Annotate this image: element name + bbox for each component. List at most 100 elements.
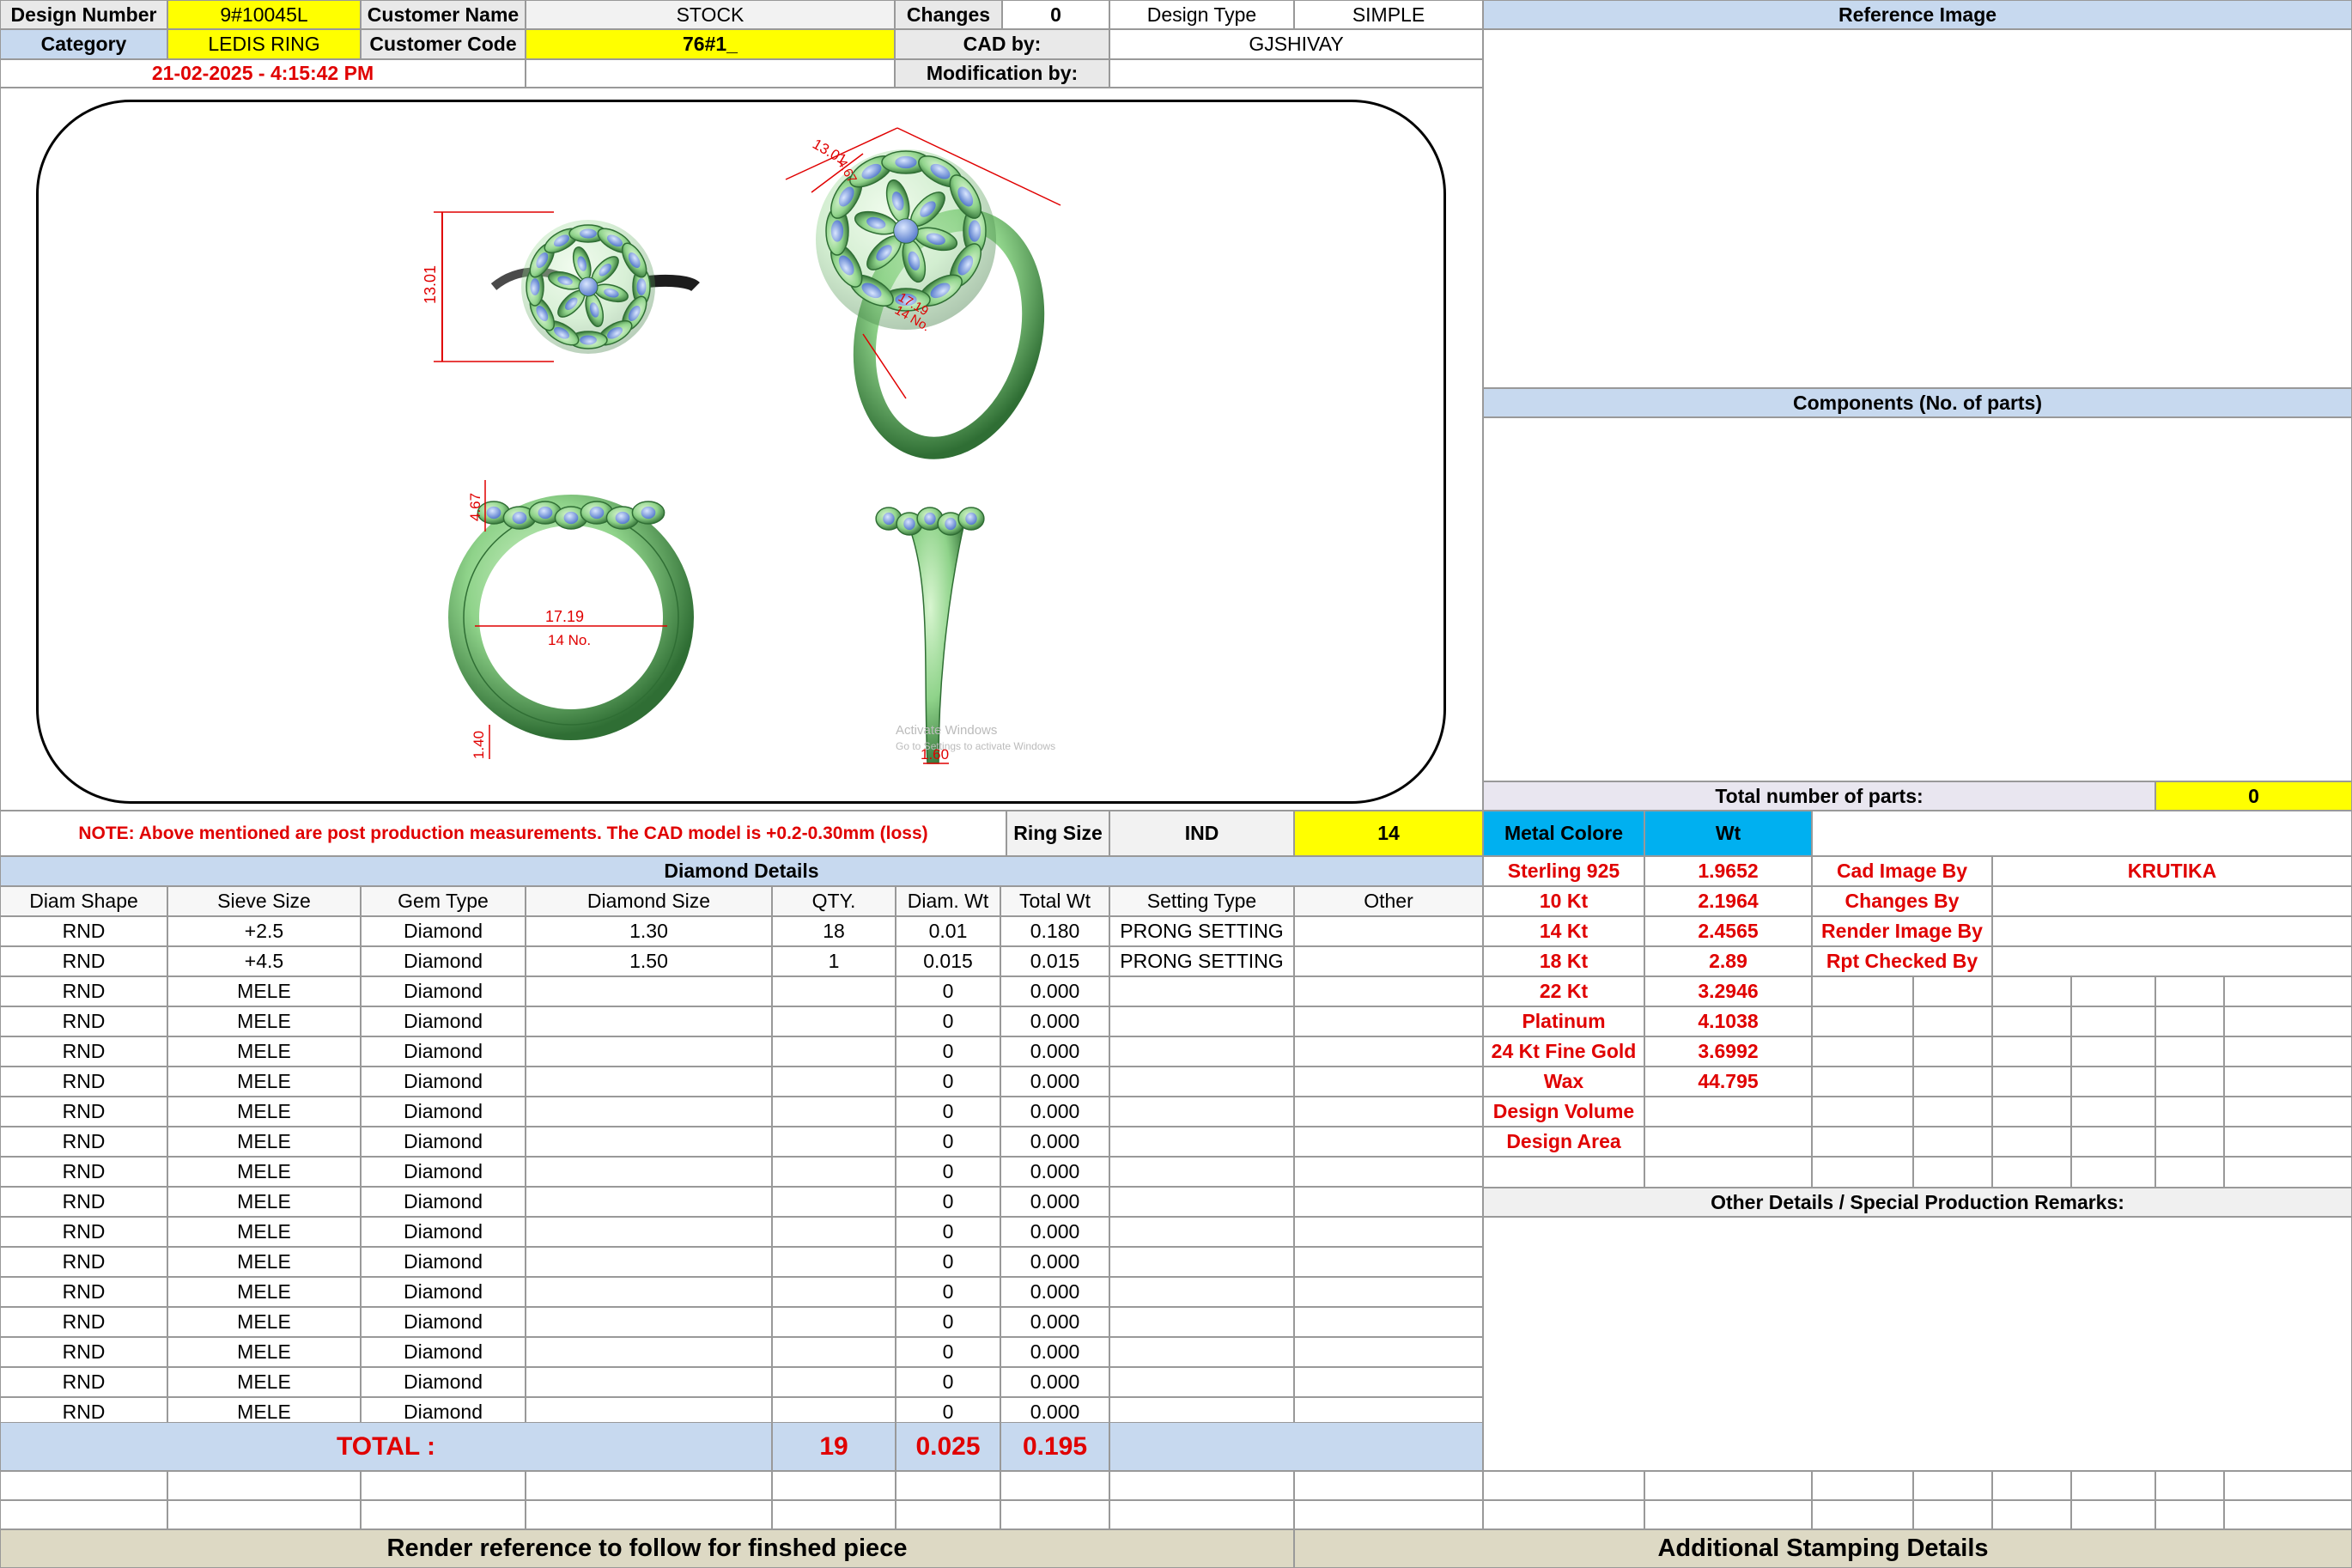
cell-other[interactable]	[1294, 1067, 1483, 1097]
cell-setting-type[interactable]	[1109, 1067, 1294, 1097]
metal-weight[interactable]	[1644, 1127, 1812, 1157]
cell-sieve-size[interactable]: MELE	[167, 1006, 361, 1036]
grid-cell[interactable]	[1992, 1127, 2071, 1157]
cell-diam-wt[interactable]: 0	[896, 1067, 1000, 1097]
cell-other[interactable]	[1294, 976, 1483, 1006]
cell-setting-type[interactable]	[1109, 976, 1294, 1006]
grid-cell[interactable]	[2224, 1036, 2352, 1067]
cell-gem-type[interactable]: Diamond	[361, 1367, 526, 1397]
other-details-area[interactable]	[1483, 1217, 2352, 1471]
metal-weight[interactable]: 2.4565	[1644, 916, 1812, 946]
blank-cell[interactable]	[1992, 1500, 2071, 1529]
cell-setting-type[interactable]	[1109, 1307, 1294, 1337]
cell-diam-shape[interactable]: RND	[0, 1006, 167, 1036]
blank-cell[interactable]	[896, 1500, 1000, 1529]
cell-diam-shape[interactable]: RND	[0, 946, 167, 976]
blank-cell[interactable]	[361, 1471, 526, 1500]
grid-cell[interactable]	[2071, 1067, 2155, 1097]
grid-cell[interactable]	[2071, 1097, 2155, 1127]
blank-cell[interactable]	[896, 1471, 1000, 1500]
cell-other[interactable]	[1294, 946, 1483, 976]
cell-total-wt[interactable]: 0.000	[1000, 1247, 1109, 1277]
cell-diam-wt[interactable]: 0	[896, 1367, 1000, 1397]
cell-diam-wt[interactable]: 0	[896, 1337, 1000, 1367]
cell-setting-type[interactable]: PRONG SETTING	[1109, 946, 1294, 976]
cell-sieve-size[interactable]: MELE	[167, 1337, 361, 1367]
grid-cell[interactable]	[2224, 1006, 2352, 1036]
blank-cell[interactable]	[167, 1500, 361, 1529]
cell-qty[interactable]	[772, 1367, 896, 1397]
grid-cell[interactable]	[2224, 1097, 2352, 1127]
cell-sieve-size[interactable]: MELE	[167, 1067, 361, 1097]
cell-setting-type[interactable]	[1109, 1097, 1294, 1127]
grid-cell[interactable]	[1812, 1067, 1913, 1097]
cell-diam-wt[interactable]: 0.015	[896, 946, 1000, 976]
grid-cell[interactable]	[2155, 1036, 2224, 1067]
blank-cell[interactable]	[1483, 1471, 1644, 1500]
blank-cell[interactable]	[0, 1471, 167, 1500]
blank-cell[interactable]	[1812, 1500, 1913, 1529]
cell-gem-type[interactable]: Diamond	[361, 1307, 526, 1337]
cell-gem-type[interactable]: Diamond	[361, 1127, 526, 1157]
grid-cell[interactable]	[1812, 1097, 1913, 1127]
grid-cell[interactable]	[2155, 976, 2224, 1006]
grid-cell[interactable]	[1913, 1067, 1992, 1097]
total-parts-value[interactable]: 0	[2155, 781, 2352, 811]
blank-cell[interactable]	[2071, 1500, 2155, 1529]
cell-diam-wt[interactable]: 0	[896, 1127, 1000, 1157]
grid-cell[interactable]	[2071, 1127, 2155, 1157]
metal-weight[interactable]: 1.9652	[1644, 856, 1812, 886]
metal-weight[interactable]: 44.795	[1644, 1067, 1812, 1097]
cell-diam-wt[interactable]: 0	[896, 1247, 1000, 1277]
cell-gem-type[interactable]: Diamond	[361, 1217, 526, 1247]
grid-cell[interactable]	[1992, 1006, 2071, 1036]
ring-size-value[interactable]: 14	[1294, 811, 1483, 856]
cell-sieve-size[interactable]: MELE	[167, 1367, 361, 1397]
cell-gem-type[interactable]: Diamond	[361, 1036, 526, 1067]
cell-setting-type[interactable]	[1109, 1247, 1294, 1277]
cell-diam-wt[interactable]: 0	[896, 1187, 1000, 1217]
grid-cell[interactable]	[2155, 1006, 2224, 1036]
cell-gem-type[interactable]: Diamond	[361, 1247, 526, 1277]
grid-cell[interactable]	[2071, 1006, 2155, 1036]
cell-qty[interactable]	[772, 1036, 896, 1067]
cell-qty[interactable]	[772, 1157, 896, 1187]
cell-diam-wt[interactable]: 0	[896, 1006, 1000, 1036]
blank-cell[interactable]	[1644, 1471, 1812, 1500]
cell-other[interactable]	[1294, 1307, 1483, 1337]
cell-qty[interactable]	[772, 1217, 896, 1247]
blank-cell[interactable]	[1109, 1471, 1294, 1500]
cell-other[interactable]	[1294, 1367, 1483, 1397]
cell-total-wt[interactable]: 0.000	[1000, 1217, 1109, 1247]
grid-cell[interactable]	[1812, 1036, 1913, 1067]
cell-total-wt[interactable]: 0.000	[1000, 1367, 1109, 1397]
cell-sieve-size[interactable]: MELE	[167, 1097, 361, 1127]
grid-cell[interactable]	[1913, 1036, 1992, 1067]
cell-sieve-size[interactable]: MELE	[167, 1036, 361, 1067]
grid-cell[interactable]	[1913, 1127, 1992, 1157]
cell-setting-type[interactable]	[1109, 1337, 1294, 1367]
cell-setting-type[interactable]	[1109, 1036, 1294, 1067]
cell-total-wt[interactable]: 0.000	[1000, 976, 1109, 1006]
cell-diam-shape[interactable]: RND	[0, 976, 167, 1006]
blank-cell[interactable]	[526, 1471, 772, 1500]
cell-sieve-size[interactable]: +4.5	[167, 946, 361, 976]
cell-sieve-size[interactable]: MELE	[167, 1157, 361, 1187]
cell-diamond-size[interactable]	[526, 1187, 772, 1217]
grid-cell[interactable]	[2224, 976, 2352, 1006]
blank-cell[interactable]	[526, 1500, 772, 1529]
cell-gem-type[interactable]: Diamond	[361, 1006, 526, 1036]
credit-value[interactable]	[1992, 916, 2352, 946]
customer-name-value[interactable]: STOCK	[526, 0, 895, 29]
cell-diam-shape[interactable]: RND	[0, 1367, 167, 1397]
blank-cell[interactable]	[2155, 1500, 2224, 1529]
cell-diam-shape[interactable]: RND	[0, 1127, 167, 1157]
cell-sieve-size[interactable]: MELE	[167, 1307, 361, 1337]
cell-sieve-size[interactable]: MELE	[167, 1247, 361, 1277]
blank-cell[interactable]	[2224, 1471, 2352, 1500]
cell-diamond-size[interactable]	[526, 1157, 772, 1187]
blank-cell[interactable]	[772, 1471, 896, 1500]
blank-cell[interactable]	[1812, 1471, 1913, 1500]
cell-total-wt[interactable]: 0.000	[1000, 1006, 1109, 1036]
cell-total-wt[interactable]: 0.000	[1000, 1337, 1109, 1367]
